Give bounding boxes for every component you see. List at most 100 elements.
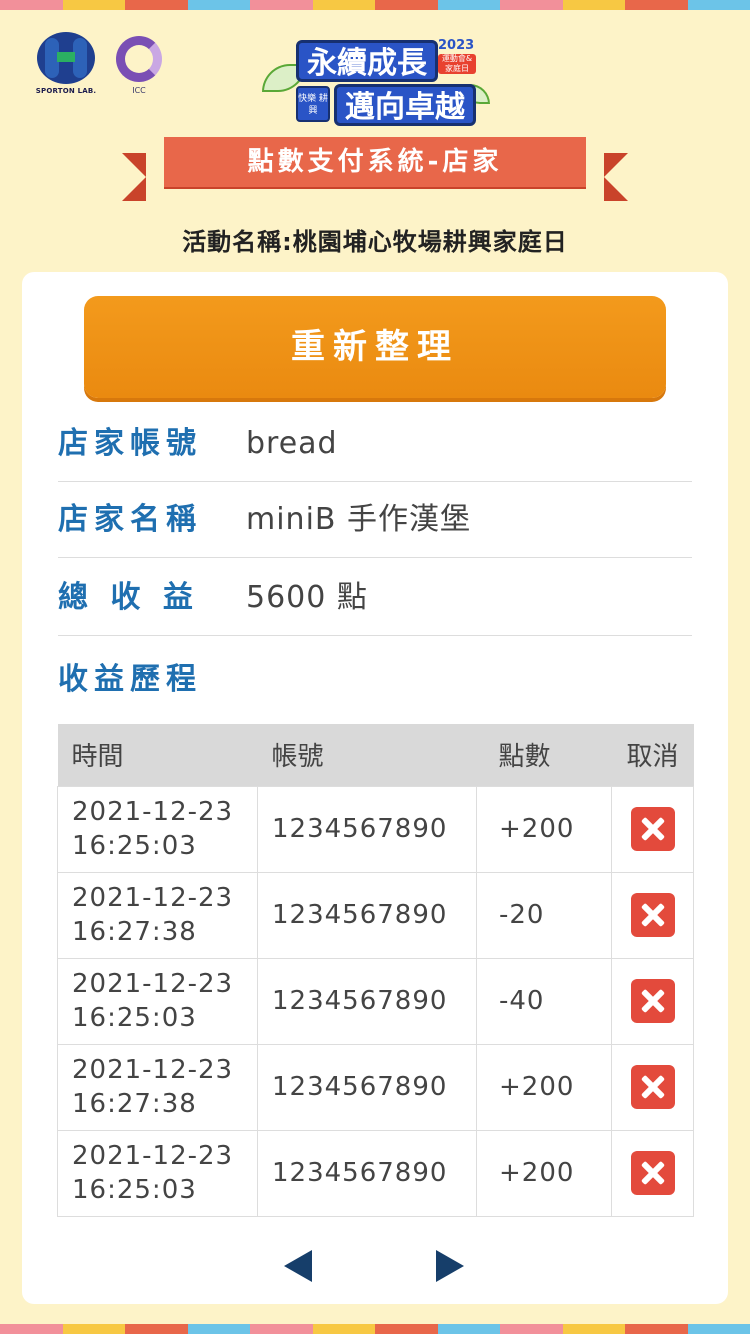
top-stripe — [0, 0, 750, 10]
stripe-segment — [562, 1324, 625, 1334]
title-ribbon: 點數支付系統-店家 — [122, 137, 628, 201]
row-time: 2021-12-23 16:27:38 — [57, 871, 258, 959]
event-logo-line1: 永續成長 — [296, 40, 438, 82]
page-title: 點數支付系統-店家 — [164, 137, 586, 187]
table-row: 2021-12-23 16:25:03 1234567890 +200 — [57, 785, 694, 873]
ribbon-tail-left — [122, 153, 146, 201]
stripe-segment — [625, 0, 688, 10]
row-cancel — [611, 957, 694, 1045]
row-cancel — [611, 785, 694, 873]
stripe-segment — [375, 0, 438, 10]
row-account: 1234567890 — [257, 957, 477, 1045]
row-points: +200 — [476, 1129, 612, 1217]
close-icon[interactable] — [630, 893, 675, 937]
stripe-segment — [437, 1324, 500, 1334]
arrow-left-icon[interactable] — [284, 1250, 312, 1282]
row-account: 1234567890 — [257, 785, 477, 873]
table-header-row: 時間 帳號 點數 取消 — [57, 724, 694, 786]
total-income-label: 總 收 益 — [58, 580, 199, 615]
event-logo-year: 2023 — [438, 38, 475, 53]
row-date-text: 2021-12-23 — [72, 1141, 234, 1171]
stripe-segment — [500, 0, 563, 10]
row-account: 1234567890 — [257, 1043, 477, 1131]
icc-logo: ICC — [114, 36, 164, 96]
stripe-segment — [250, 1324, 313, 1334]
stripe-segment — [687, 0, 750, 10]
event-logo-badge: 快樂 耕興 — [296, 86, 330, 122]
close-icon[interactable] — [630, 1065, 675, 1109]
table-row: 2021-12-23 16:25:03 1234567890 -40 — [57, 957, 694, 1045]
stripe-segment — [437, 0, 500, 10]
row-points: +200 — [476, 1043, 612, 1131]
refresh-button[interactable]: 重新整理 — [84, 296, 666, 398]
row-date-text: 2021-12-23 — [72, 797, 234, 827]
table-row: 2021-12-23 16:27:38 1234567890 +200 — [57, 1043, 694, 1131]
event-logo-tag: 運動會& 家庭日 — [438, 54, 476, 74]
stripe-segment — [62, 0, 125, 10]
row-date-text: 2021-12-23 — [72, 883, 234, 913]
store-name-row: 店家名稱 miniB 手作漢堡 — [58, 482, 692, 558]
close-icon[interactable] — [630, 1151, 675, 1195]
stripe-segment — [375, 1324, 438, 1334]
column-header-points: 點數 — [476, 724, 612, 786]
event-logo-line2: 邁向卓越 — [334, 84, 476, 126]
stripe-segment — [187, 1324, 250, 1334]
row-time: 2021-12-23 16:27:38 — [57, 1043, 258, 1131]
activity-name: 活動名稱:桃園埔心牧場耕興家庭日 — [182, 228, 568, 256]
row-time-text: 16:27:38 — [72, 1089, 197, 1119]
row-time-text: 16:25:03 — [72, 831, 197, 861]
event-logo: 永續成長 2023 運動會& 家庭日 快樂 耕興 邁向卓越 — [262, 38, 492, 138]
store-name-value: miniB 手作漢堡 — [246, 502, 472, 537]
close-icon[interactable] — [630, 807, 675, 851]
row-points: -20 — [476, 871, 612, 959]
store-name-label: 店家名稱 — [58, 502, 202, 537]
ribbon-tail-right — [604, 153, 628, 201]
row-cancel — [611, 871, 694, 959]
store-account-label: 店家帳號 — [58, 426, 202, 461]
row-date-text: 2021-12-23 — [72, 969, 234, 999]
row-time: 2021-12-23 16:25:03 — [57, 785, 258, 873]
stripe-segment — [562, 0, 625, 10]
bottom-stripe — [0, 1324, 750, 1334]
sporton-logo: SPORTON LAB. — [33, 32, 99, 95]
history-table: 時間 帳號 點數 取消 2021-12-23 16:25:03 123456789… — [57, 724, 694, 1217]
store-account-value: bread — [246, 426, 338, 461]
stripe-segment — [687, 1324, 750, 1334]
column-header-cancel: 取消 — [611, 724, 694, 786]
row-cancel — [611, 1043, 694, 1131]
close-icon[interactable] — [630, 979, 675, 1023]
row-time-text: 16:27:38 — [72, 917, 197, 947]
stripe-segment — [125, 0, 188, 10]
stripe-segment — [500, 1324, 563, 1334]
row-points: -40 — [476, 957, 612, 1045]
store-account-row: 店家帳號 bread — [58, 406, 692, 482]
row-points: +200 — [476, 785, 612, 873]
stripe-segment — [187, 0, 250, 10]
stripe-segment — [250, 0, 313, 10]
stripe-segment — [62, 1324, 125, 1334]
main-card: 重新整理 店家帳號 bread 店家名稱 miniB 手作漢堡 總 收 益 56… — [22, 272, 728, 1304]
row-account: 1234567890 — [257, 871, 477, 959]
column-header-account: 帳號 — [257, 724, 477, 786]
table-row: 2021-12-23 16:25:03 1234567890 +200 — [57, 1129, 694, 1217]
stripe-segment — [125, 1324, 188, 1334]
header: SPORTON LAB. ICC 永續成長 2023 運動會& 家庭日 快樂 耕… — [0, 30, 750, 130]
stripe-segment — [0, 0, 63, 10]
row-time: 2021-12-23 16:25:03 — [57, 1129, 258, 1217]
row-account: 1234567890 — [257, 1129, 477, 1217]
sporton-logo-bar — [57, 52, 75, 62]
stripe-segment — [312, 0, 375, 10]
sporton-logo-caption: SPORTON LAB. — [35, 87, 97, 95]
row-time-text: 16:25:03 — [72, 1003, 197, 1033]
icc-logo-caption: ICC — [132, 86, 146, 95]
total-income-row: 總 收 益 5600 點 — [58, 560, 692, 636]
stripe-segment — [312, 1324, 375, 1334]
table-row: 2021-12-23 16:27:38 1234567890 -20 — [57, 871, 694, 959]
arrow-right-icon[interactable] — [436, 1250, 464, 1282]
stripe-segment — [625, 1324, 688, 1334]
total-income-value: 5600 點 — [246, 580, 368, 615]
stripe-segment — [0, 1324, 63, 1334]
row-date-text: 2021-12-23 — [72, 1055, 234, 1085]
row-time-text: 16:25:03 — [72, 1175, 197, 1205]
icc-logo-mark — [116, 36, 162, 82]
